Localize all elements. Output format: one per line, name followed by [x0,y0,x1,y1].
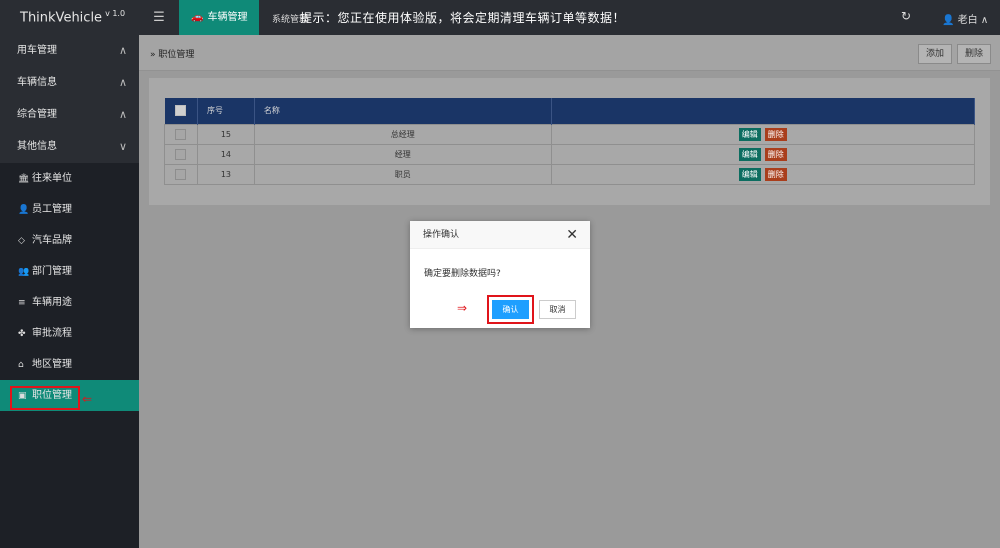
sidebar-group-label: 车辆信息 [17,77,57,88]
double-chevron-right-icon: » [150,50,156,60]
module-tab-label: 车辆管理 [207,12,248,23]
sidebar-item-label: 员工管理 [32,204,72,215]
sidebar-group-label: 用车管理 [17,45,57,56]
sidebar: 用车管理 ∧ 车辆信息 ∧ 综合管理 ∧ 其他信息 ∨ 🏛 往来单位 👤 员工管理 … [0,35,139,548]
app-brand: ThinkVehicle v 1.0 [0,0,139,35]
delete-button[interactable]: 删除 [957,44,992,64]
cell-name: 总经理 [253,123,552,145]
edit-button[interactable]: 编辑 [738,167,761,181]
menu-icon[interactable]: ☰ [139,0,179,35]
table-row: 13 职员 编辑 删除 [164,163,976,185]
table-header-row: 序号 名称 [164,98,976,124]
chevron-up-icon: ∧ [118,108,127,121]
sidebar-group-other[interactable]: 其他信息 ∨ [0,131,139,163]
cancel-button[interactable]: 取消 [539,300,576,319]
person-icon: 👤 [18,205,30,215]
annotation-arrow-right-icon: ⇒ [457,301,468,315]
sidebar-item-departments[interactable]: 👥 部门管理 [0,256,139,287]
sidebar-item-regions[interactable]: ⌂ 地区管理 [0,349,139,380]
car-icon: 🚗 [191,12,204,23]
cell-id: 14 [196,143,255,165]
annotation-box-sidebar [10,386,80,410]
user-name: 老白 [957,15,978,26]
app-version: v 1.0 [105,9,126,18]
row-delete-button[interactable]: 删除 [764,127,787,141]
sidebar-group-vehicle-info[interactable]: 车辆信息 ∧ [0,67,139,99]
table-panel: 序号 名称 15 总经理 编辑 删除 14 经理 编辑 删除 13 职员 编辑 … [149,78,990,205]
bank-icon: 🏛 [18,174,30,184]
home-icon: ⌂ [18,360,24,370]
sidebar-item-label: 车辆用途 [32,297,72,308]
confirm-dialog: 操作确认 ✕ 确定要删除数据吗? ⇒ 确认 取消 [410,221,590,328]
android-icon: ✤ [18,329,26,339]
cell-name: 经理 [253,143,552,165]
sidebar-item-car-brands[interactable]: ◇ 汽车品牌 [0,225,139,256]
users-icon: 👥 [18,267,30,277]
cell-id: 13 [196,163,255,185]
annotation-arrow-left-icon: ⇐ [82,392,93,406]
user-icon: 👤 [942,15,955,26]
chevron-down-icon: ∨ [118,140,127,153]
sidebar-item-partners[interactable]: 🏛 往来单位 [0,163,139,194]
table-row: 14 经理 编辑 删除 [164,143,976,165]
confirm-button[interactable]: 确认 [492,300,529,319]
sidebar-item-approval-flow[interactable]: ✤ 审批流程 [0,318,139,349]
positions-table: 序号 名称 15 总经理 编辑 删除 14 经理 编辑 删除 13 职员 编辑 … [164,98,976,185]
row-delete-button[interactable]: 删除 [764,167,787,181]
sidebar-group-label: 综合管理 [17,109,57,120]
sidebar-group-general[interactable]: 综合管理 ∧ [0,99,139,131]
sidebar-item-label: 汽车品牌 [32,235,72,246]
sidebar-item-label: 往来单位 [32,173,72,184]
sidebar-item-label: 审批流程 [32,328,72,339]
sidebar-item-label: 部门管理 [32,266,72,277]
module-tab-vehicle[interactable]: 🚗 车辆管理 [179,0,259,35]
app-name: ThinkVehicle [20,10,103,26]
breadcrumb-label: 职位管理 [158,50,195,60]
dialog-title: 操作确认 [423,230,460,240]
list-icon: ≡ [18,298,26,308]
sidebar-item-vehicle-usage[interactable]: ≡ 车辆用途 [0,287,139,318]
edit-button[interactable]: 编辑 [738,147,761,161]
top-bar: ThinkVehicle v 1.0 ☰ 🚗 车辆管理 系统管理 提示：您正在使用体… [0,0,1000,35]
row-checkbox[interactable] [175,168,187,180]
column-header-id: 序号 [197,98,255,124]
diamond-icon: ◇ [18,236,25,246]
select-all-checkbox[interactable] [175,105,187,117]
add-button[interactable]: 添加 [918,44,953,64]
close-icon[interactable]: ✕ [566,221,578,249]
user-menu[interactable]: 👤 老白 ∧ [942,11,988,26]
table-row: 15 总经理 编辑 删除 [164,123,976,145]
sidebar-group-car-usage[interactable]: 用车管理 ∧ [0,35,139,67]
sidebar-item-employees[interactable]: 👤 员工管理 [0,194,139,225]
row-checkbox[interactable] [175,128,187,140]
breadcrumb: » 职位管理 [150,47,194,60]
dialog-header: 操作确认 ✕ [410,221,590,249]
cell-name: 职员 [253,163,552,185]
cell-id: 15 [196,123,255,145]
dialog-message: 确定要删除数据吗? [424,269,501,279]
chevron-up-icon: ∧ [118,44,127,57]
column-header-actions [551,98,976,124]
notice-text: 提示：您正在使用体验版，将会定期清理车辆订单等数据！ [300,11,626,25]
refresh-icon[interactable]: ↻ [901,9,911,23]
sidebar-group-label: 其他信息 [17,141,57,152]
edit-button[interactable]: 编辑 [738,127,761,141]
breadcrumb-bar: » 职位管理 添加 删除 [139,35,1000,71]
column-header-name: 名称 [254,98,552,124]
row-checkbox[interactable] [175,148,187,160]
row-delete-button[interactable]: 删除 [764,147,787,161]
chevron-up-icon: ∧ [980,15,989,26]
chevron-up-icon: ∧ [118,76,127,89]
sidebar-item-label: 地区管理 [32,359,72,370]
